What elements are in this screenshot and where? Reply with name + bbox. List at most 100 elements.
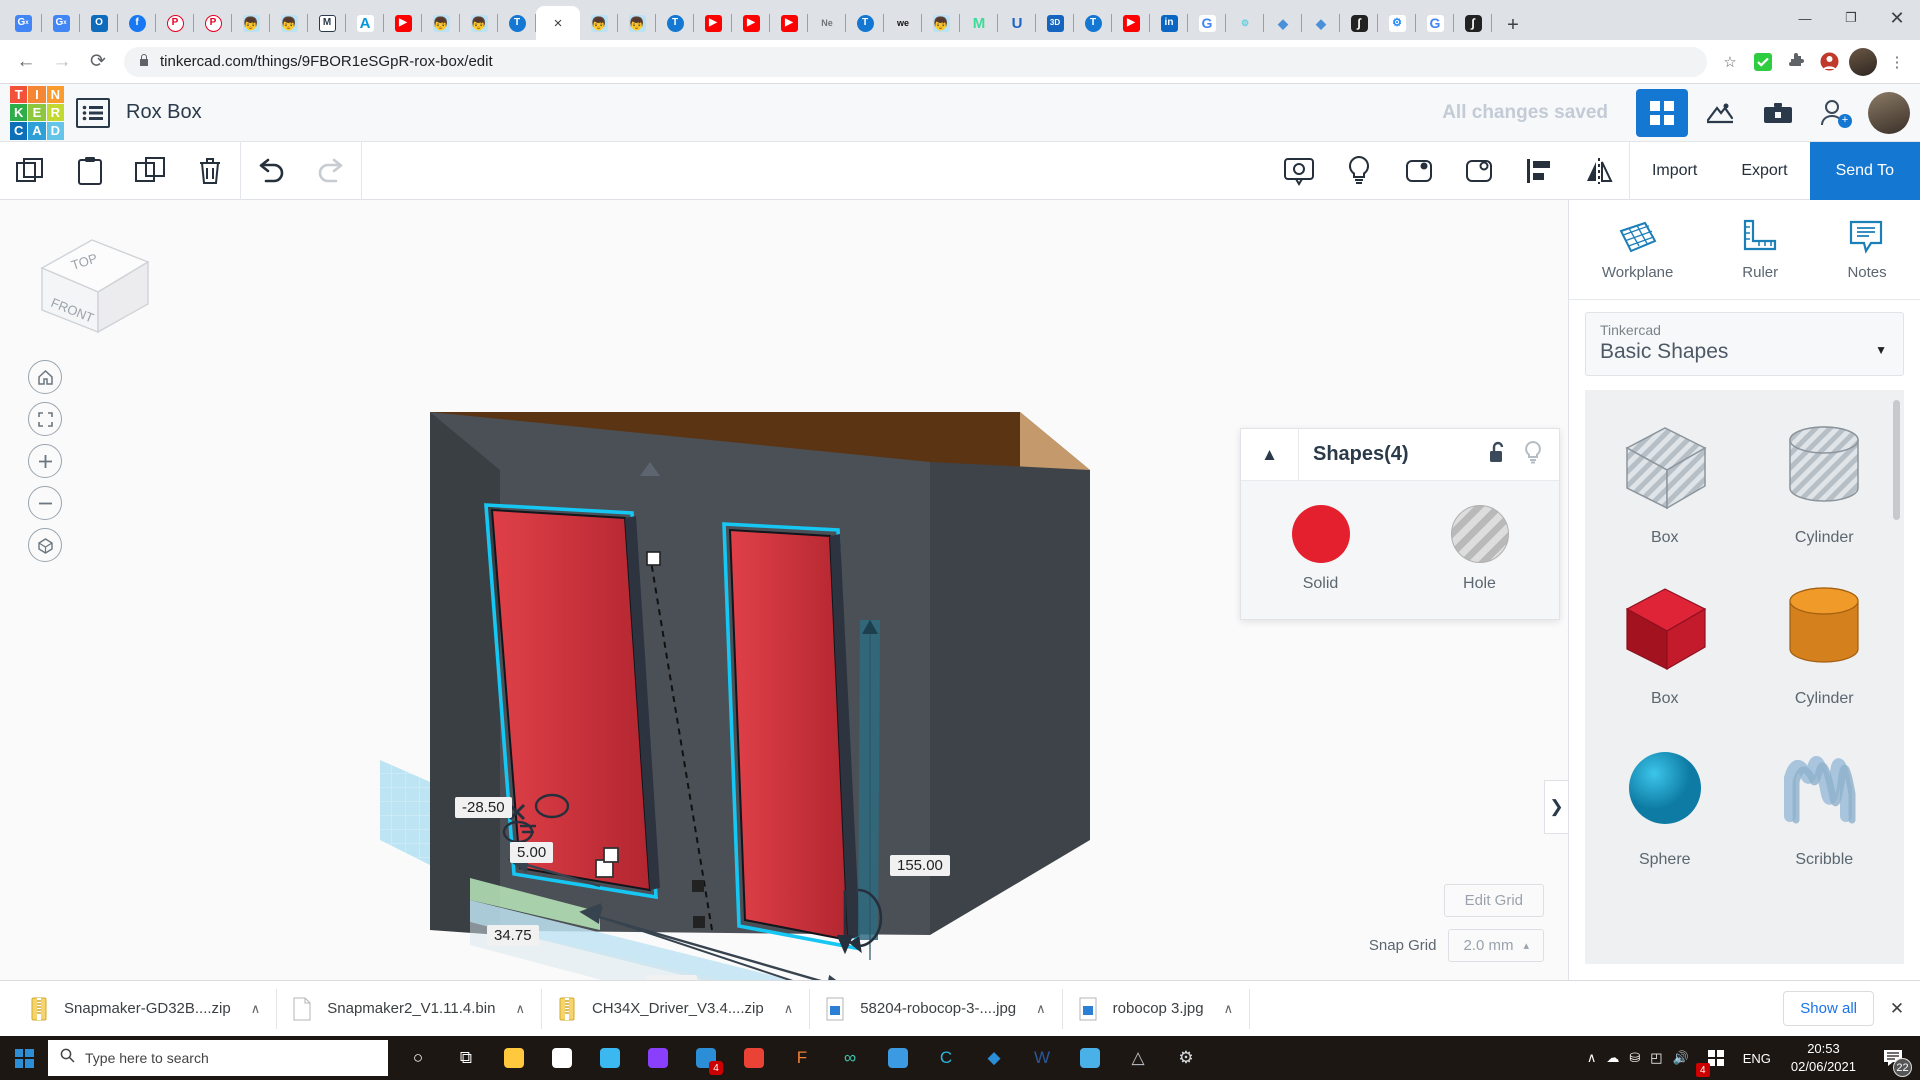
browser-tab[interactable]: f <box>118 6 156 40</box>
codeblocks-icon[interactable] <box>1694 89 1746 137</box>
shape-library-item[interactable]: Box <box>1585 567 1745 718</box>
browser-tab[interactable]: 👦 <box>618 6 656 40</box>
delete-icon[interactable] <box>180 142 240 200</box>
chevron-up-icon[interactable]: ∧ <box>784 1001 794 1017</box>
shapes-panel-collapse-caret[interactable]: ▲ <box>1241 429 1299 481</box>
new-tab-button[interactable]: + <box>1498 10 1528 40</box>
shape-library-item[interactable]: Sphere <box>1585 728 1745 879</box>
edit-grid-button[interactable]: Edit Grid <box>1444 884 1544 917</box>
browser-tab[interactable]: T <box>1074 6 1112 40</box>
file-explorer-icon[interactable] <box>490 1036 538 1080</box>
gallery-icon[interactable] <box>1752 89 1804 137</box>
browser-tab[interactable]: 👦 <box>580 6 618 40</box>
browser-tab[interactable]: U <box>998 6 1036 40</box>
browser-tab[interactable]: ▶ <box>770 6 808 40</box>
download-item[interactable]: Snapmaker-GD32B....zip∧ <box>14 989 277 1029</box>
tray-chevron-icon[interactable]: ∧ <box>1587 1050 1597 1066</box>
grid-view-icon[interactable] <box>1636 89 1688 137</box>
browser-tab[interactable]: ▶ <box>732 6 770 40</box>
shape-library-item[interactable]: Cylinder <box>1745 567 1905 718</box>
redo-icon[interactable] <box>301 142 361 200</box>
export-button[interactable]: Export <box>1719 154 1809 188</box>
copy-icon[interactable] <box>0 142 60 200</box>
solid-swatch-icon[interactable] <box>1292 505 1350 563</box>
dimension-label[interactable]: 34.75 <box>487 925 539 946</box>
browser-tab[interactable]: ▶ <box>1112 6 1150 40</box>
network-icon[interactable]: ◰ <box>1650 1050 1662 1066</box>
extension-check-icon[interactable] <box>1750 49 1776 75</box>
browser-tab[interactable]: in <box>1150 6 1188 40</box>
forward-button[interactable]: → <box>46 46 78 78</box>
taskbar-search-box[interactable]: Type here to search <box>48 1040 388 1076</box>
browser-tab[interactable]: Gx <box>42 6 80 40</box>
shape-library-item[interactable]: Cylinder <box>1745 406 1905 557</box>
browser-tab[interactable]: G <box>1188 6 1226 40</box>
language-indicator[interactable]: ENG <box>1743 1051 1771 1066</box>
dimension-label[interactable]: 84.00 <box>645 975 697 980</box>
dimension-label[interactable]: 155.00 <box>890 855 950 876</box>
onedrive-icon[interactable]: ☁ <box>1606 1050 1619 1066</box>
browser-tab[interactable]: we <box>884 6 922 40</box>
browser-tab[interactable]: ∫ <box>1340 6 1378 40</box>
shape-library-select[interactable]: Tinkercad Basic Shapes ▼ <box>1585 312 1904 376</box>
shape-mode-hole[interactable]: Hole <box>1451 505 1509 593</box>
task-view-icon[interactable]: ⧉ <box>442 1036 490 1080</box>
chevron-up-icon[interactable]: ∧ <box>515 1001 525 1017</box>
edge-icon[interactable] <box>586 1036 634 1080</box>
browser-tab[interactable]: 3D <box>1036 6 1074 40</box>
align-icon[interactable] <box>1509 142 1569 200</box>
chevron-up-icon[interactable]: ∧ <box>1224 1001 1234 1017</box>
app-icon[interactable] <box>634 1036 682 1080</box>
snap-grid-select[interactable]: 2.0 mm ▴ <box>1448 929 1544 962</box>
chevron-up-icon[interactable]: ∧ <box>251 1001 261 1017</box>
chevron-up-icon[interactable]: ∧ <box>1036 1001 1046 1017</box>
browser-tab[interactable]: ⚙ <box>1378 6 1416 40</box>
3d-viewport[interactable]: TOP FRONT <box>0 200 1568 980</box>
browser-tab[interactable]: ▶ <box>694 6 732 40</box>
mirror-icon[interactable] <box>1569 142 1629 200</box>
download-item[interactable]: Snapmaker2_V1.11.4.bin∧ <box>277 989 542 1029</box>
browser-profile-avatar[interactable] <box>1849 48 1877 76</box>
browser-tab[interactable]: Ne <box>808 6 846 40</box>
camera-icon[interactable] <box>874 1036 922 1080</box>
browser-tab[interactable]: T <box>846 6 884 40</box>
send-to-button[interactable]: Send To <box>1810 142 1920 200</box>
tinkercad-logo[interactable]: TINKERCAD <box>10 86 64 140</box>
browser-tab[interactable]: 👦 <box>422 6 460 40</box>
close-icon[interactable]: × <box>554 15 563 32</box>
triangle-app-icon[interactable]: △ <box>1114 1036 1162 1080</box>
reload-button[interactable]: ⟳ <box>82 46 114 78</box>
mail-icon[interactable]: 4 <box>682 1036 730 1080</box>
settings-icon[interactable]: ⚙ <box>1162 1036 1210 1080</box>
import-button[interactable]: Import <box>1630 154 1719 188</box>
lightbulb-icon[interactable] <box>1329 142 1389 200</box>
user-avatar[interactable] <box>1868 92 1910 134</box>
lightbulb-icon[interactable] <box>1523 440 1543 469</box>
browser-tab[interactable]: ∫ <box>1454 6 1492 40</box>
chrome-icon[interactable] <box>730 1036 778 1080</box>
download-item[interactable]: CH34X_Driver_V3.4....zip∧ <box>542 989 810 1029</box>
taskbar-clock[interactable]: 20:53 02/06/2021 <box>1781 1040 1866 1075</box>
address-bar[interactable]: tinkercad.com/things/9FBOR1eSGpR-rox-box… <box>124 47 1707 77</box>
download-item[interactable]: robocop 3.jpg∧ <box>1063 989 1250 1029</box>
cortana-icon[interactable]: ○ <box>394 1036 442 1080</box>
shape-library-item[interactable]: Box <box>1585 406 1745 557</box>
hole-swatch-icon[interactable] <box>1451 505 1509 563</box>
browser-tab[interactable]: ▶ <box>384 6 422 40</box>
maximize-button[interactable]: ❐ <box>1828 0 1874 36</box>
browser-tab[interactable]: P <box>194 6 232 40</box>
chrome-menu-icon[interactable]: ⋮ <box>1884 49 1910 75</box>
sidebar-item-notes[interactable]: Notes <box>1847 219 1887 281</box>
word-icon[interactable]: W <box>1018 1036 1066 1080</box>
browser-tab[interactable]: ◆ <box>1302 6 1340 40</box>
microsoft-store-icon[interactable] <box>538 1036 586 1080</box>
panel-collapse-handle[interactable]: ❯ <box>1544 780 1568 834</box>
minimize-button[interactable]: — <box>1782 0 1828 36</box>
project-menu-icon[interactable] <box>76 98 110 128</box>
browser-tab[interactable]: G <box>1416 6 1454 40</box>
back-button[interactable]: ← <box>10 46 42 78</box>
active-tab[interactable]: × <box>536 6 580 40</box>
duplicate-icon[interactable] <box>120 142 180 200</box>
start-button[interactable] <box>0 1036 48 1080</box>
flag-icon[interactable]: 4 <box>1699 1041 1733 1075</box>
